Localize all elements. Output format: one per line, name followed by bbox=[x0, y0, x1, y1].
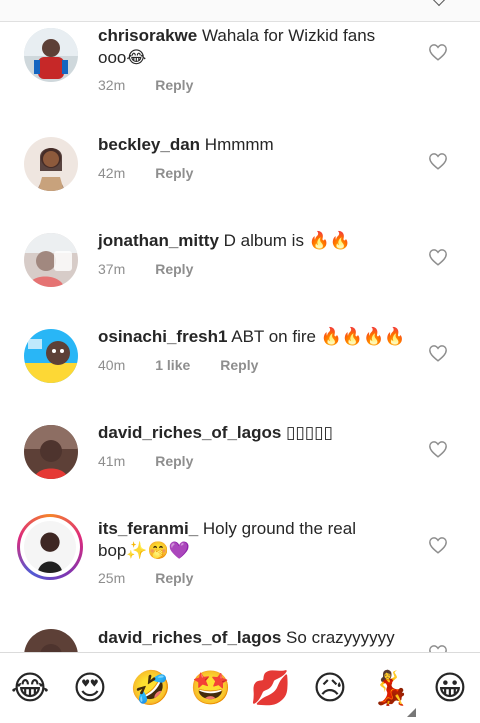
like-heart-icon[interactable] bbox=[428, 440, 448, 458]
comment-username[interactable]: beckley_dan bbox=[98, 135, 200, 154]
comment-body: So crazyyyyyy bbox=[286, 628, 395, 647]
reply-button[interactable]: Reply bbox=[155, 570, 193, 586]
comment-username[interactable]: david_riches_of_lagos bbox=[98, 628, 281, 647]
comment-time: 32m bbox=[98, 77, 126, 93]
comment-meta: 25m Reply bbox=[98, 570, 193, 586]
comment-meta: 32m Reply bbox=[98, 77, 193, 93]
comment-text: beckley_dan Hmmmm bbox=[98, 134, 408, 156]
reply-button[interactable]: Reply bbox=[155, 165, 193, 181]
comment-body: ▯▯▯▯▯ bbox=[286, 423, 333, 442]
avatar[interactable] bbox=[24, 233, 78, 287]
emoji-rofl[interactable]: 🤣 bbox=[130, 668, 171, 708]
emoji-heart-eyes[interactable]: 😍 bbox=[70, 668, 110, 708]
emoji-tears-of-joy[interactable]: 😂 bbox=[10, 668, 50, 708]
like-heart-icon[interactable] bbox=[428, 248, 448, 266]
avatar[interactable] bbox=[24, 425, 78, 479]
comment-body: D album is 🔥🔥 bbox=[223, 231, 351, 250]
emoji-quick-bar: 😂 😍 🤣 🤩 💋 😥 💃 😀 bbox=[0, 652, 480, 723]
like-heart-icon[interactable] bbox=[428, 152, 448, 170]
comment-meta: 40m 1 like Reply bbox=[98, 357, 258, 373]
comment-time: 42m bbox=[98, 165, 126, 181]
emoji-dancer[interactable]: 💃 bbox=[370, 668, 411, 708]
comment-text: david_riches_of_lagos ▯▯▯▯▯ bbox=[98, 422, 408, 444]
comment-text: jonathan_mitty D album is 🔥🔥 bbox=[98, 230, 408, 252]
comment-username[interactable]: david_riches_of_lagos bbox=[98, 423, 281, 442]
comment-time: 25m bbox=[98, 570, 126, 586]
comment-meta: 41m Reply bbox=[98, 453, 193, 469]
comment-text: osinachi_fresh1 ABT on fire 🔥🔥🔥🔥 bbox=[98, 326, 408, 348]
avatar-story-ring[interactable] bbox=[17, 514, 83, 580]
comments-screen: chrisorakwe Wahala for Wizkid fans ooo😂 … bbox=[0, 0, 480, 723]
likes-count[interactable]: 1 like bbox=[155, 357, 190, 373]
comment-meta: 42m Reply bbox=[98, 165, 193, 181]
avatar[interactable] bbox=[24, 329, 78, 383]
comment-time: 41m bbox=[98, 453, 126, 469]
comment-text: david_riches_of_lagos So crazyyyyyy bbox=[98, 627, 408, 649]
comment-meta: 37m Reply bbox=[98, 261, 193, 277]
comment-time: 40m bbox=[98, 357, 126, 373]
top-bar bbox=[0, 0, 480, 22]
emoji-kiss-mark[interactable]: 💋 bbox=[250, 668, 291, 708]
emoji-sad-relieved[interactable]: 😥 bbox=[310, 668, 350, 708]
comment-username[interactable]: chrisorakwe bbox=[98, 26, 197, 45]
reply-button[interactable]: Reply bbox=[155, 453, 193, 469]
comment-text: its_feranmi_ Holy ground the real bop✨🤭💜 bbox=[98, 518, 408, 562]
emoji-grinning[interactable]: 😀 bbox=[430, 668, 470, 708]
resize-grip-icon[interactable] bbox=[407, 708, 416, 717]
comment-time: 37m bbox=[98, 261, 126, 277]
avatar[interactable] bbox=[24, 137, 78, 191]
like-heart-icon[interactable] bbox=[428, 536, 448, 554]
emoji-star-struck[interactable]: 🤩 bbox=[190, 668, 231, 708]
reply-button[interactable]: Reply bbox=[220, 357, 258, 373]
comment-text: chrisorakwe Wahala for Wizkid fans ooo😂 bbox=[98, 25, 408, 69]
reply-button[interactable]: Reply bbox=[155, 77, 193, 93]
comment-body: Hmmmm bbox=[204, 135, 274, 154]
like-heart-icon[interactable] bbox=[428, 344, 448, 362]
like-heart-icon[interactable] bbox=[428, 43, 448, 61]
avatar bbox=[24, 521, 76, 573]
comment-username[interactable]: osinachi_fresh1 bbox=[98, 327, 227, 346]
reply-button[interactable]: Reply bbox=[155, 261, 193, 277]
comment-body: ABT on fire 🔥🔥🔥🔥 bbox=[231, 327, 406, 346]
avatar[interactable] bbox=[24, 28, 78, 82]
chevron-down-icon[interactable] bbox=[431, 0, 447, 7]
comment-username[interactable]: jonathan_mitty bbox=[98, 231, 219, 250]
comment-username[interactable]: its_feranmi_ bbox=[98, 519, 198, 538]
